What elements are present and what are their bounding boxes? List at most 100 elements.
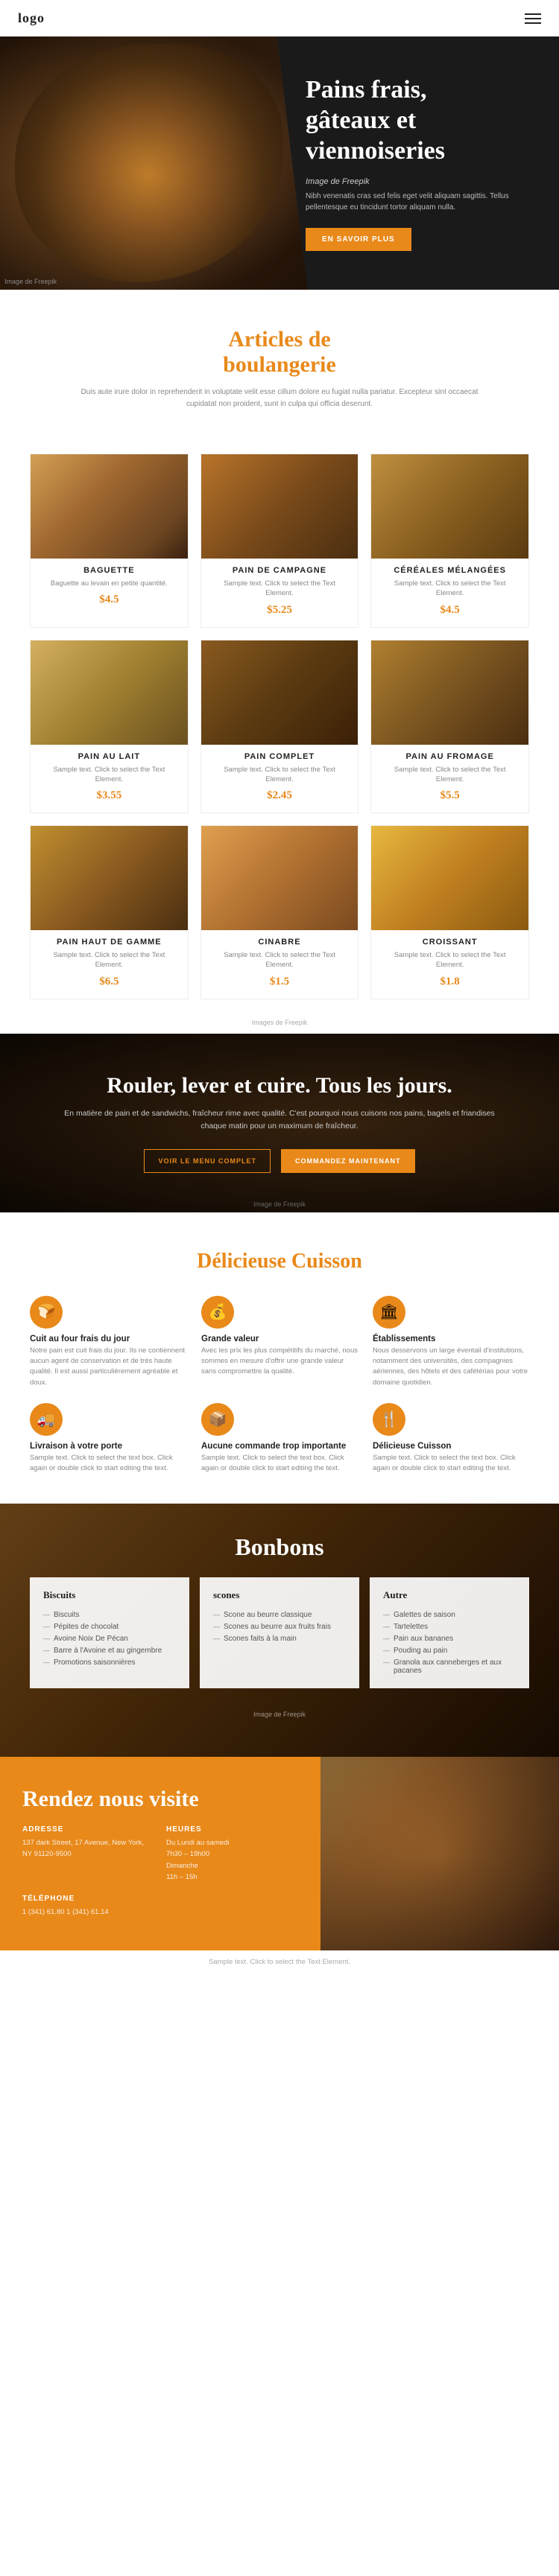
list-item: Galettes de saison (383, 1609, 516, 1621)
products-grid: BAGUETTE Baguette au levain en petite qu… (0, 454, 559, 1014)
visit-content: Rendez nous visite ADRESSE 137 dark Stre… (0, 1757, 320, 1950)
visit-section: Rendez nous visite ADRESSE 137 dark Stre… (0, 1757, 559, 1950)
product-name: PAIN AU FROMAGE (380, 752, 519, 761)
product-name: CÉRÉALES MÉLANGÉES (380, 566, 519, 575)
feature-title: Délicieuse Cuisson (373, 1442, 529, 1451)
product-price: $5.5 (380, 789, 519, 802)
feature-item: 🍴 Délicieuse Cuisson Sample text. Click … (373, 1403, 529, 1475)
feature-item: 🚚 Livraison à votre porte Sample text. C… (30, 1403, 186, 1475)
product-image (201, 454, 359, 559)
product-description: Sample text. Click to select the Text El… (40, 765, 179, 785)
product-name: PAIN AU LAIT (40, 752, 179, 761)
visit-title: Rendez nous visite (22, 1787, 298, 1812)
feature-desc: Avec les prix les plus compétitifs du ma… (201, 1346, 358, 1378)
list-item: Scones au beurre aux fruits frais (213, 1621, 346, 1632)
product-description: Sample text. Click to select the Text El… (210, 579, 350, 599)
hero-content: Pains frais,gâteaux etviennoiseries Imag… (298, 45, 559, 280)
hero-image-label: Image de Freepik (306, 177, 537, 186)
menu-icon[interactable] (525, 13, 541, 24)
product-name: PAIN HAUT DE GAMME (40, 938, 179, 947)
feature-title: Établissements (373, 1335, 529, 1343)
feature-item: 💰 Grande valeur Avec les prix les plus c… (201, 1296, 358, 1388)
feature-text: Délicieuse Cuisson Sample text. Click to… (373, 1442, 529, 1475)
hero-description: Nibh venenatis cras sed felis eget velit… (306, 191, 537, 213)
product-image (201, 640, 359, 745)
feature-item: 📦 Aucune commande trop importante Sample… (201, 1403, 358, 1475)
feature-icon: 🍴 (373, 1403, 405, 1436)
product-description: Sample text. Click to select the Text El… (210, 765, 350, 785)
feature-icon: 🏛 (373, 1296, 405, 1329)
articles-title: Articles deboulangerie (30, 327, 529, 378)
list-item: Avoine Noix De Pécan (43, 1632, 176, 1644)
product-info: PAIN DE CAMPAGNE Sample text. Click to s… (201, 559, 359, 627)
logo: logo (18, 10, 45, 26)
banner-buttons: VOIR LE MENU COMPLET COMMANDEZ MAINTENAN… (60, 1149, 499, 1173)
product-info: CROISSANT Sample text. Click to select t… (371, 930, 528, 999)
feature-desc: Sample text. Click to select the text bo… (201, 1453, 358, 1475)
product-name: CINABRE (210, 938, 350, 947)
hero-section: Pains frais,gâteaux etviennoiseries Imag… (0, 36, 559, 290)
visit-phone-block: TÉLÉPHONE 1 (341) 61.80 1 (341) 61.14 (22, 1895, 154, 1918)
feature-text: Cuit au four frais du jour Notre pain es… (30, 1335, 186, 1388)
feature-text: Établissements Nous desservons un large … (373, 1335, 529, 1388)
feature-title: Livraison à votre porte (30, 1442, 186, 1451)
feature-title: Grande valeur (201, 1335, 358, 1343)
product-image (201, 826, 359, 930)
list-item: Promotions saisonnières (43, 1656, 176, 1668)
product-card: CINABRE Sample text. Click to select the… (200, 825, 359, 999)
articles-description: Duis aute irure dolor in reprehenderit i… (71, 387, 488, 410)
visit-image (320, 1757, 559, 1950)
product-price: $5.25 (210, 604, 350, 617)
banner-menu-button[interactable]: VOIR LE MENU COMPLET (144, 1149, 271, 1173)
product-price: $3.55 (40, 789, 179, 802)
product-card: CÉRÉALES MÉLANGÉES Sample text. Click to… (370, 454, 529, 628)
bonbons-content: Bonbons Biscuits BiscuitsPépites de choc… (0, 1504, 559, 1703)
feature-icon: 💰 (201, 1296, 234, 1329)
product-info: PAIN AU FROMAGE Sample text. Click to se… (371, 745, 528, 813)
hero-cta-button[interactable]: EN SAVOIR PLUS (306, 228, 411, 251)
bonbons-list: BiscuitsPépites de chocolatAvoine Noix D… (43, 1609, 176, 1668)
product-info: PAIN HAUT DE GAMME Sample text. Click to… (31, 930, 188, 999)
product-image (371, 640, 528, 745)
hero-title: Pains frais,gâteaux etviennoiseries (306, 75, 537, 166)
product-description: Sample text. Click to select the Text El… (40, 950, 179, 970)
visit-image-overlay (320, 1757, 559, 1950)
feature-text: Grande valeur Avec les prix les plus com… (201, 1335, 358, 1378)
features-grid: 🍞 Cuit au four frais du jour Notre pain … (30, 1296, 529, 1475)
feature-icon: 📦 (201, 1403, 234, 1436)
banner-order-button[interactable]: COMMANDEZ MAINTENANT (281, 1149, 415, 1173)
banner-title: Rouler, lever et cuire. Tous les jours. (60, 1073, 499, 1098)
feature-desc: Nous desservons un large éventail d'inst… (373, 1346, 529, 1388)
product-info: BAGUETTE Baguette au levain en petite qu… (31, 559, 188, 617)
product-image (31, 826, 188, 930)
product-price: $2.45 (210, 789, 350, 802)
feature-desc: Sample text. Click to select the text bo… (30, 1453, 186, 1475)
bonbons-credit: Image de Freepik (0, 1703, 559, 1721)
feature-item: 🏛 Établissements Nous desservons un larg… (373, 1296, 529, 1388)
list-item: Barre à l'Avoine et au gingembre (43, 1644, 176, 1656)
product-price: $1.8 (380, 976, 519, 988)
product-description: Sample text. Click to select the Text El… (380, 950, 519, 970)
product-image (371, 826, 528, 930)
delicieuse-title: Délicieuse Cuisson (30, 1250, 529, 1273)
list-item: Pouding au pain (383, 1644, 516, 1656)
bonbons-col-title: scones (213, 1589, 346, 1601)
product-price: $4.5 (380, 604, 519, 617)
bonbons-section: Bonbons Biscuits BiscuitsPépites de choc… (0, 1504, 559, 1757)
product-image (31, 454, 188, 559)
bonbons-list: Scone au beurre classiqueScones au beurr… (213, 1609, 346, 1644)
product-card: CROISSANT Sample text. Click to select t… (370, 825, 529, 999)
feature-icon: 🚚 (30, 1403, 63, 1436)
bonbons-col-title: Biscuits (43, 1589, 176, 1601)
list-item: Scone au beurre classique (213, 1609, 346, 1621)
bonbons-column: Autre Galettes de saisonTartelettesPain … (370, 1577, 529, 1688)
visit-info-grid: ADRESSE 137 dark Street, 17 Avenue, New … (22, 1825, 298, 1918)
bonbons-grid: Biscuits BiscuitsPépites de chocolatAvoi… (30, 1577, 529, 1688)
footer-credit: Sample text. Click to select the Text El… (0, 1950, 559, 1976)
product-name: PAIN COMPLET (210, 752, 350, 761)
product-info: CÉRÉALES MÉLANGÉES Sample text. Click to… (371, 559, 528, 627)
bonbons-title: Bonbons (30, 1533, 529, 1561)
bonbons-col-title: Autre (383, 1589, 516, 1601)
product-name: PAIN DE CAMPAGNE (210, 566, 350, 575)
visit-address-text: 137 dark Street, 17 Avenue, New York, NY… (22, 1837, 154, 1860)
